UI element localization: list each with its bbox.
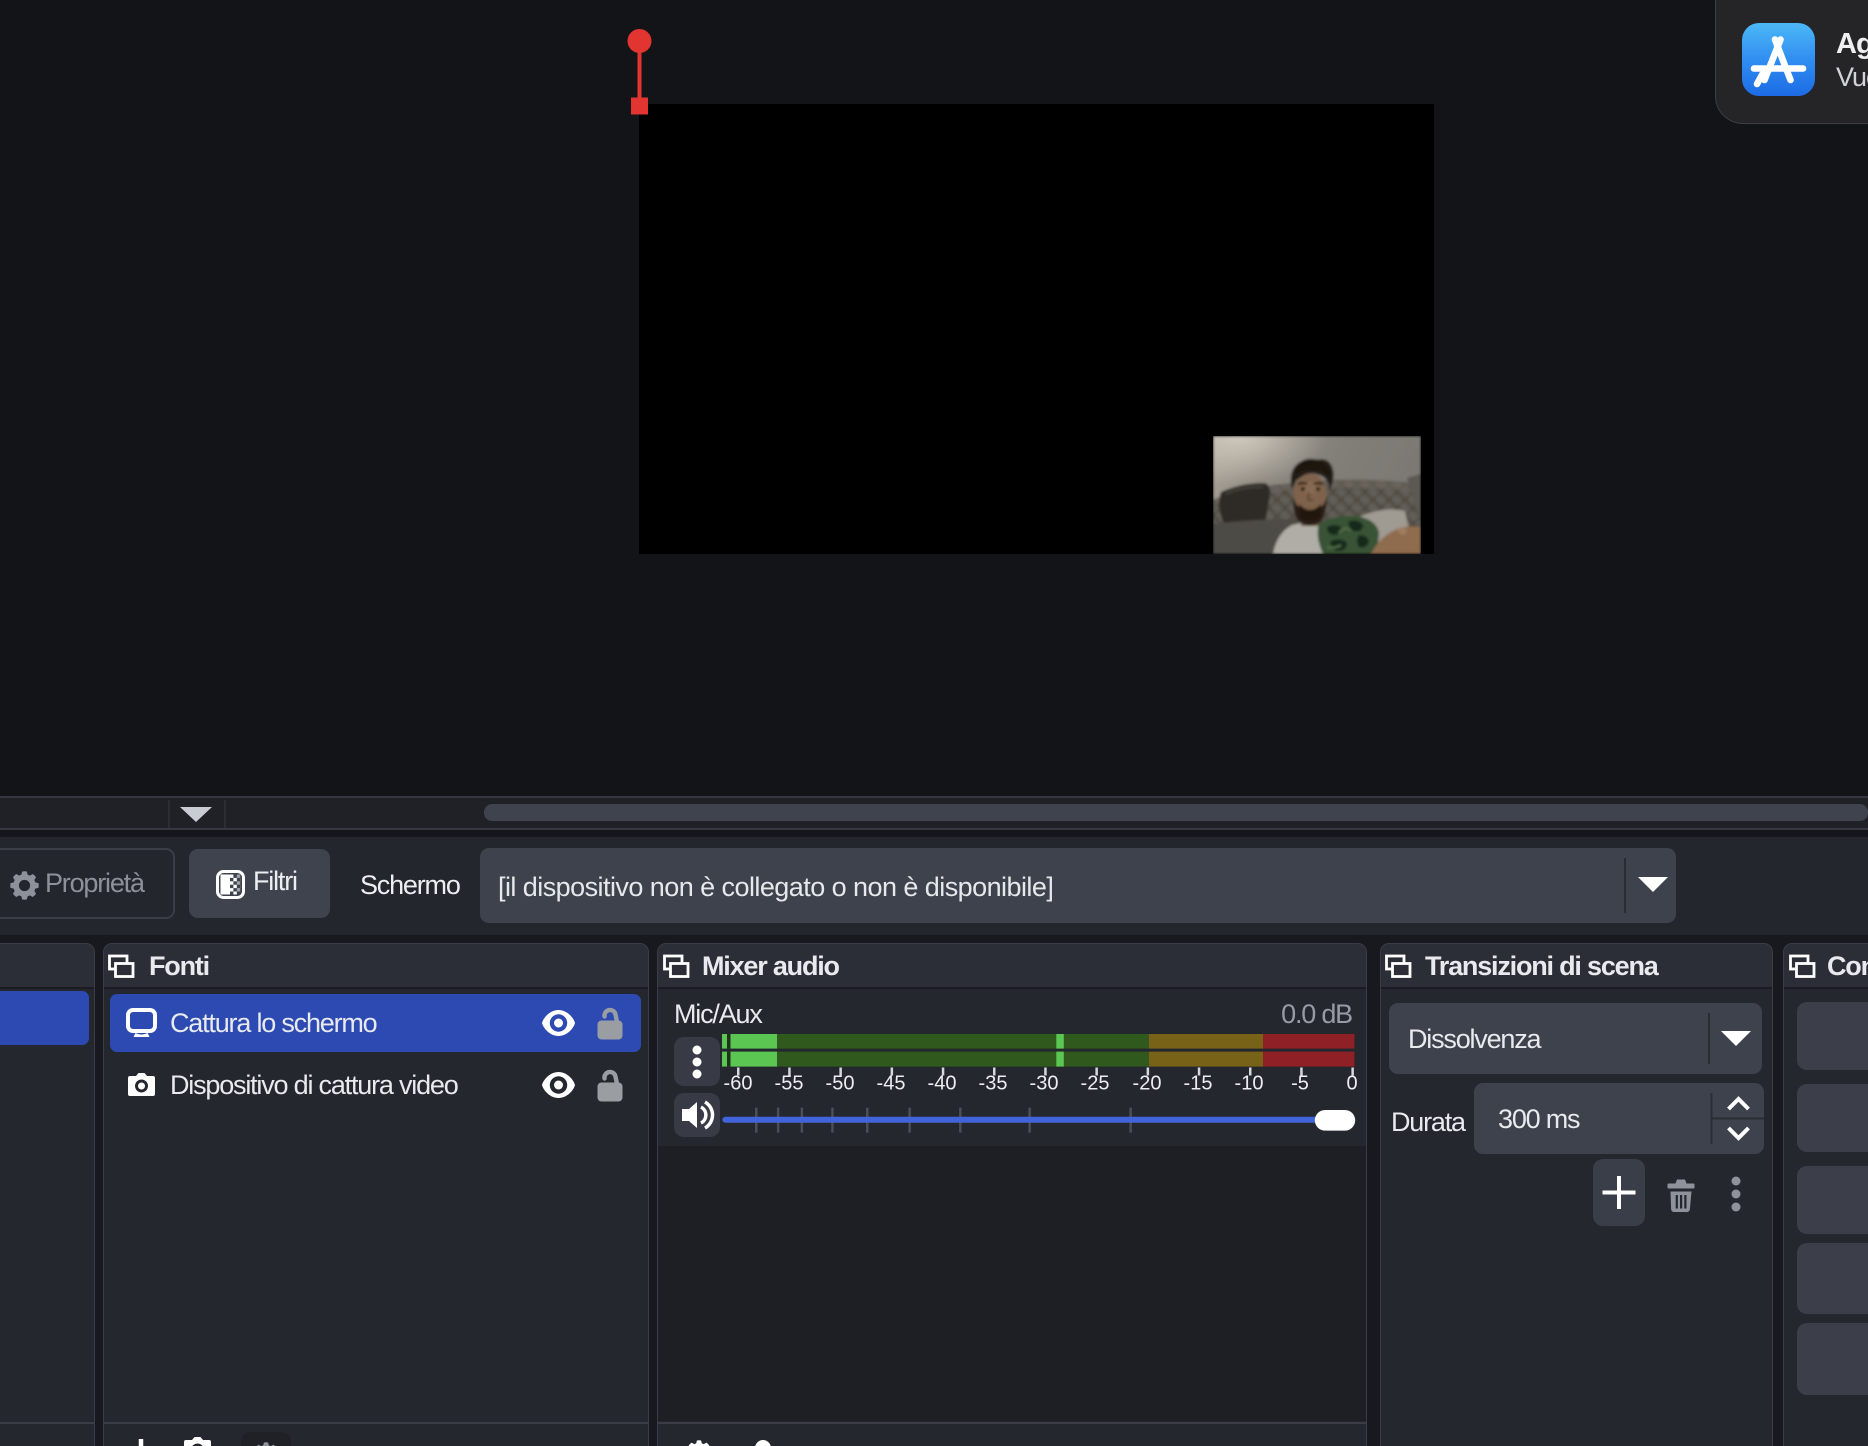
svg-text:-10: -10 <box>1235 1073 1264 1095</box>
svg-text:-15: -15 <box>1184 1073 1213 1095</box>
svg-text:-60: -60 <box>724 1073 753 1095</box>
svg-text:-35: -35 <box>979 1073 1008 1095</box>
svg-text:-40: -40 <box>928 1073 957 1095</box>
svg-text:-25: -25 <box>1081 1073 1110 1095</box>
svg-text:0: 0 <box>1346 1073 1357 1095</box>
svg-text:-55: -55 <box>775 1073 804 1095</box>
svg-text:-30: -30 <box>1030 1073 1059 1095</box>
svg-text:-20: -20 <box>1133 1073 1162 1095</box>
svg-text:-50: -50 <box>826 1073 855 1095</box>
svg-text:-5: -5 <box>1291 1073 1309 1095</box>
svg-text:-45: -45 <box>877 1073 906 1095</box>
